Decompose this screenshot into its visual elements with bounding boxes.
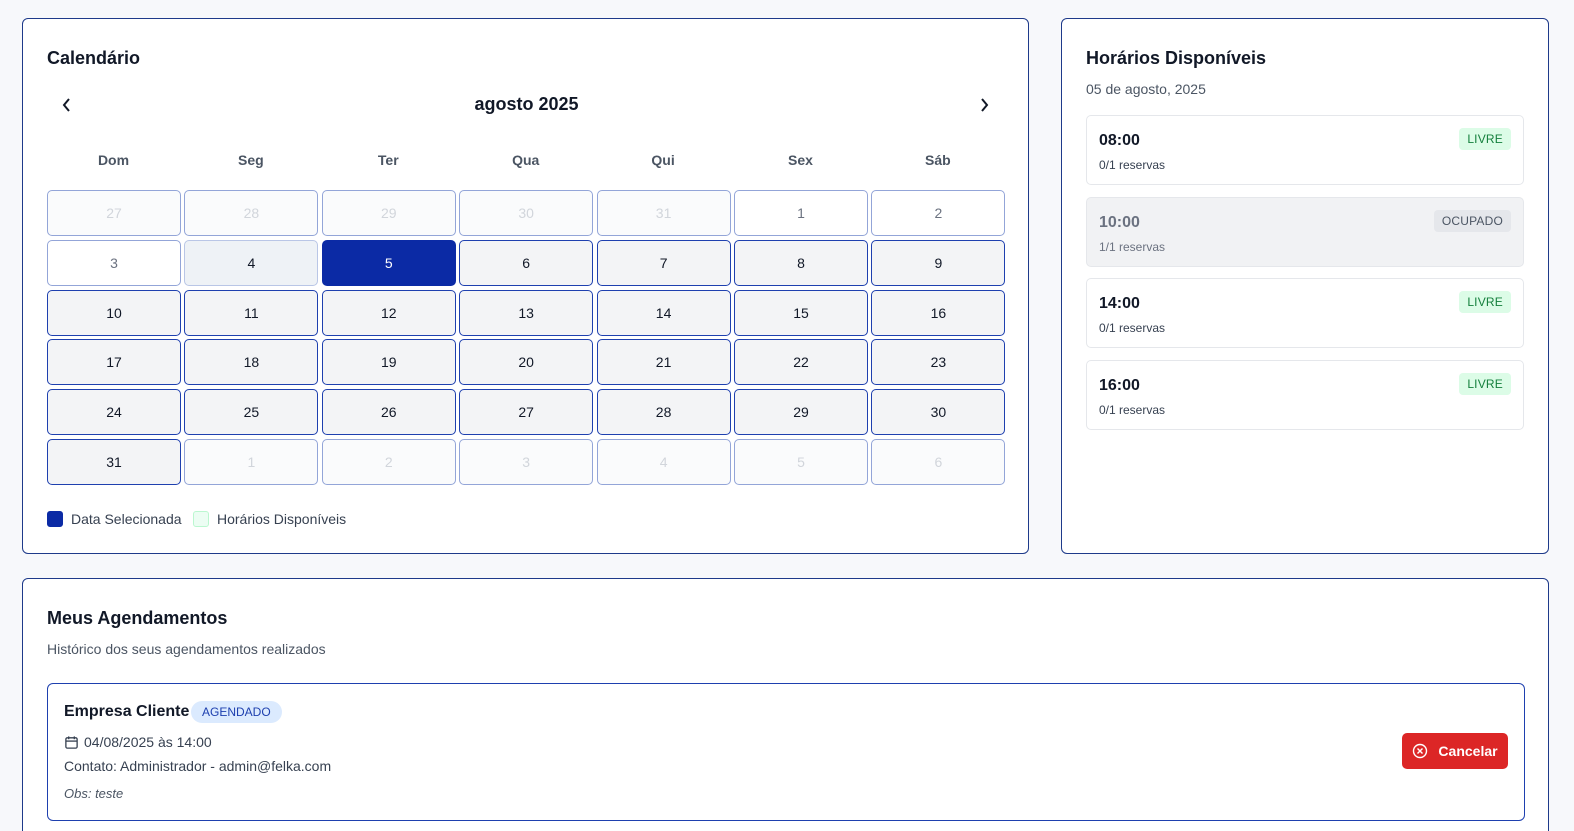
calendar-day[interactable]: 2 <box>871 190 1006 236</box>
calendar-day[interactable]: 23 <box>871 339 1006 386</box>
calendar-day[interactable]: 8 <box>734 239 868 286</box>
slot-time: 08:00 <box>1099 132 1140 149</box>
weekday-label: Dom <box>97 152 130 168</box>
slots-title: Horários Disponíveis <box>1086 48 1267 68</box>
calendar-day[interactable]: 26 <box>321 389 456 436</box>
weekday-label: Qui <box>651 152 675 168</box>
appointment-contact: Contato: Administrador - admin@felka.com <box>64 758 332 774</box>
slot-status-badge: LIVRE <box>1459 373 1511 396</box>
calendar-day[interactable]: 27 <box>459 389 594 436</box>
calendar-day: 28 <box>184 190 319 236</box>
legend-label-available: Horários Disponíveis <box>217 511 347 527</box>
calendar-day[interactable]: 14 <box>596 289 731 336</box>
time-slot[interactable]: 08:00 0/1 reservas LIVRE <box>1086 115 1524 185</box>
calendar-day[interactable]: 17 <box>47 339 181 386</box>
calendar-day: 3 <box>459 439 594 485</box>
appointment-item: Empresa Cliente AGENDADO 04/08/2025 às 1… <box>47 683 1525 821</box>
calendar-day[interactable]: 25 <box>184 389 319 436</box>
slot-status-badge: LIVRE <box>1459 291 1511 314</box>
weekday-label: Sáb <box>925 152 951 168</box>
legend-selected: Data Selecionada <box>47 511 182 527</box>
calendar-day-selected[interactable]: 5 <box>321 239 456 286</box>
calendar-day[interactable]: 16 <box>871 289 1006 336</box>
month-label: agosto 2025 <box>474 94 579 114</box>
calendar-day[interactable]: 9 <box>871 239 1006 286</box>
legend-swatch-selected <box>47 511 63 527</box>
calendar-day[interactable]: 24 <box>47 389 181 436</box>
calendar-day[interactable]: 10 <box>47 289 181 336</box>
slot-time: 16:00 <box>1099 377 1140 395</box>
weekday-label: Sex <box>788 152 813 168</box>
calendar-day[interactable]: 22 <box>734 339 868 386</box>
x-circle-icon <box>1413 743 1428 759</box>
appointments-card: Meus Agendamentos Histórico dos seus age… <box>22 578 1549 831</box>
time-slot: 10:00 1/1 reservas OCUPADO <box>1086 196 1524 267</box>
appointment-status-badge: AGENDADO <box>191 701 282 723</box>
calendar-day[interactable]: 13 <box>459 289 594 336</box>
calendar-day[interactable]: 28 <box>596 389 731 436</box>
slot-status-badge: LIVRE <box>1459 128 1511 150</box>
calendar-day[interactable]: 31 <box>47 439 181 485</box>
calendar-day[interactable]: 12 <box>321 289 456 336</box>
slot-reservation-count: 0/1 reservas <box>1099 403 1166 418</box>
legend-available: Horários Disponíveis <box>193 511 346 527</box>
calendar-day[interactable]: 3 <box>47 239 181 286</box>
calendar-day[interactable]: 11 <box>184 289 319 336</box>
calendar-day[interactable]: 4 <box>184 239 319 286</box>
appointments-title: Meus Agendamentos <box>47 608 228 628</box>
legend-swatch-available <box>193 511 209 527</box>
calendar-day: 4 <box>596 439 731 485</box>
available-slots-card: Horários Disponíveis 05 de agosto, 2025 … <box>1061 18 1549 554</box>
chevron-right-icon <box>981 98 989 112</box>
calendar-day[interactable]: 15 <box>734 289 868 336</box>
calendar-day: 1 <box>184 439 319 485</box>
calendar-day: 27 <box>47 190 181 236</box>
calendar-title: Calendário <box>47 48 141 68</box>
weekday-label: Ter <box>377 152 399 168</box>
calendar-day[interactable]: 7 <box>596 239 731 286</box>
calendar-day[interactable]: 18 <box>184 339 319 386</box>
calendar-day[interactable]: 21 <box>596 339 731 386</box>
slot-time: 10:00 <box>1099 213 1140 231</box>
calendar-day[interactable]: 29 <box>734 389 868 436</box>
slot-status-badge: OCUPADO <box>1433 209 1511 232</box>
calendar-day: 2 <box>321 439 456 485</box>
appointment-notes: Obs: teste <box>64 786 124 801</box>
appointment-datetime: 04/08/2025 às 14:00 <box>84 734 212 750</box>
legend-label-selected: Data Selecionada <box>71 511 182 527</box>
calendar-day: 5 <box>734 439 868 485</box>
next-month-button[interactable] <box>972 93 996 117</box>
calendar-day[interactable]: 19 <box>321 339 456 386</box>
calendar-day: 31 <box>596 190 731 236</box>
weekday-label: Qua <box>512 152 540 168</box>
calendar-day[interactable]: 6 <box>459 239 594 286</box>
calendar-day: 29 <box>321 190 456 236</box>
cancel-button-label: Cancelar <box>1438 743 1498 759</box>
time-slot[interactable]: 14:00 0/1 reservas LIVRE <box>1086 278 1524 349</box>
calendar-day: 30 <box>459 190 594 236</box>
slot-time: 14:00 <box>1099 295 1140 313</box>
calendar-icon <box>65 735 78 749</box>
slots-date-label: 05 de agosto, 2025 <box>1086 81 1206 97</box>
calendar-card: Calendário agosto 2025 Dom Seg Ter Qua Qui Se… <box>22 18 1029 554</box>
calendar-day[interactable]: 30 <box>871 389 1006 436</box>
appointment-company: Empresa Cliente <box>64 703 190 720</box>
appointments-subtitle: Histórico dos seus agendamentos realizad… <box>47 641 326 657</box>
slot-reservation-count: 0/1 reservas <box>1099 321 1166 336</box>
cancel-appointment-button[interactable]: Cancelar <box>1402 733 1508 769</box>
appointment-datetime-row: 04/08/2025 às 14:00 <box>64 734 212 750</box>
slot-reservation-count: 0/1 reservas <box>1099 158 1166 172</box>
time-slot[interactable]: 16:00 0/1 reservas LIVRE <box>1086 360 1524 431</box>
weekday-label: Seg <box>238 152 264 168</box>
slot-reservation-count: 1/1 reservas <box>1099 239 1166 254</box>
calendar-day[interactable]: 1 <box>734 190 868 236</box>
calendar-day: 6 <box>871 439 1006 485</box>
calendar-day[interactable]: 20 <box>459 339 594 386</box>
